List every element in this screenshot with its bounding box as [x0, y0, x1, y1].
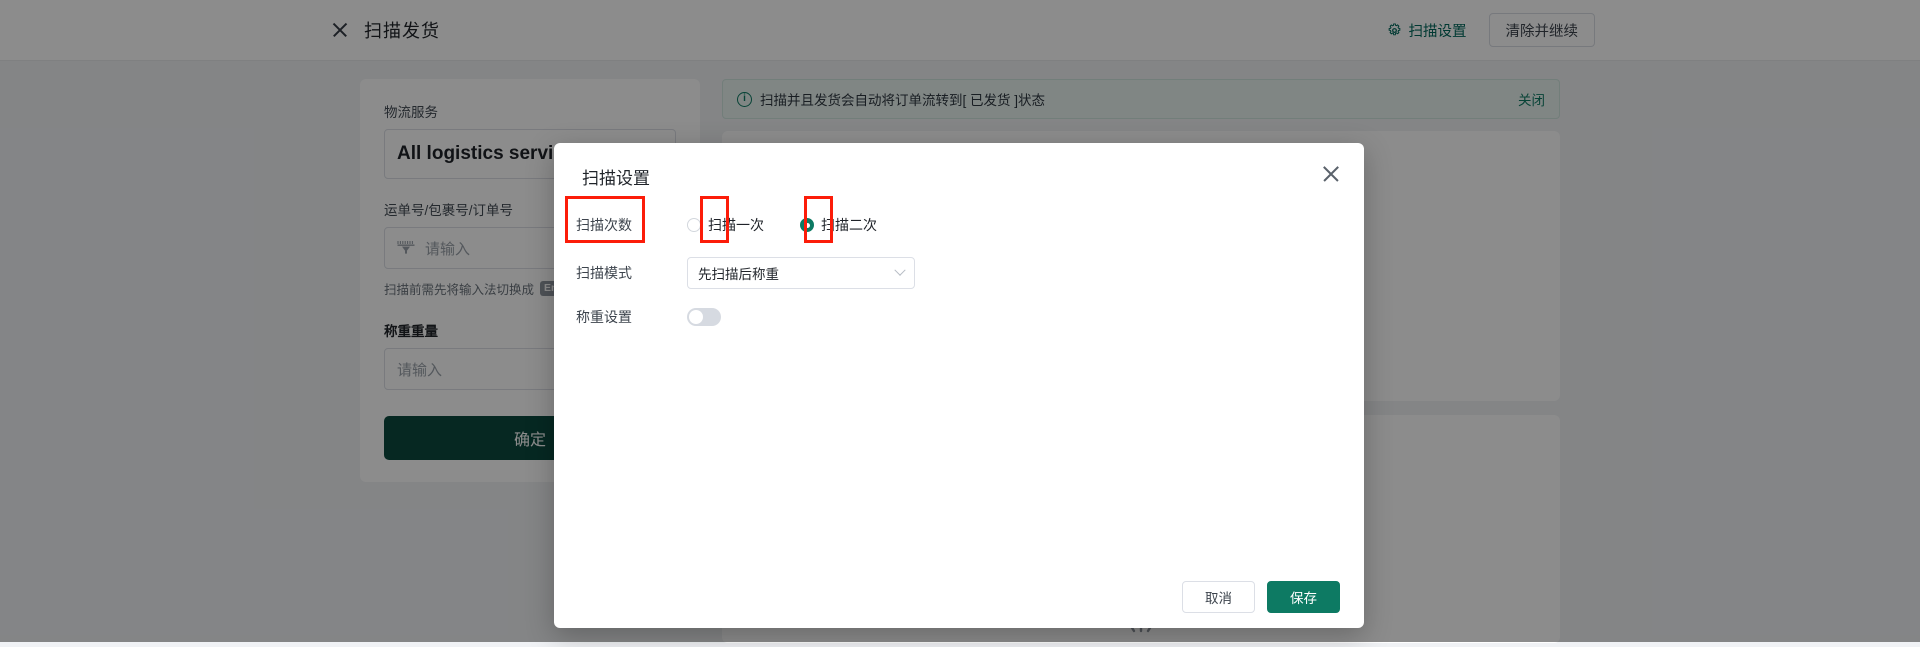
scan-mode-select[interactable]: 先扫描后称重 [687, 257, 915, 289]
toggle-knob [689, 310, 703, 324]
dialog-footer: 取消 保存 [554, 566, 1364, 628]
scan-count-label: 扫描次数 [554, 215, 687, 235]
radio-scan-once-label: 扫描一次 [708, 215, 764, 235]
dialog-title: 扫描设置 [582, 164, 650, 189]
scan-mode-row: 扫描模式 先扫描后称重 [554, 251, 1364, 295]
scan-count-radio-group: 扫描一次 扫描二次 [687, 215, 1364, 235]
radio-scan-twice-label: 扫描二次 [821, 215, 877, 235]
radio-dot-unselected-icon [687, 218, 701, 232]
scan-mode-label: 扫描模式 [554, 263, 687, 283]
cancel-button[interactable]: 取消 [1182, 581, 1255, 613]
radio-scan-once[interactable]: 扫描一次 [687, 215, 764, 235]
scan-mode-value: 先扫描后称重 [698, 263, 779, 283]
weigh-setting-toggle[interactable] [687, 308, 721, 326]
radio-scan-twice[interactable]: 扫描二次 [800, 215, 877, 235]
radio-dot-selected-icon [800, 218, 814, 232]
weigh-setting-label: 称重设置 [554, 307, 687, 327]
close-icon[interactable] [1320, 163, 1342, 185]
save-button[interactable]: 保存 [1267, 581, 1340, 613]
scan-mode-control: 先扫描后称重 [687, 257, 1364, 289]
weigh-setting-control [687, 308, 1364, 326]
weigh-setting-row: 称重设置 [554, 295, 1364, 339]
scan-settings-dialog: 扫描设置 扫描次数 扫描一次 扫描二次 扫描模式 先扫描后称重 称重设置 [554, 143, 1364, 628]
scan-count-row: 扫描次数 扫描一次 扫描二次 [554, 203, 1364, 247]
chevron-down-icon [894, 265, 905, 276]
